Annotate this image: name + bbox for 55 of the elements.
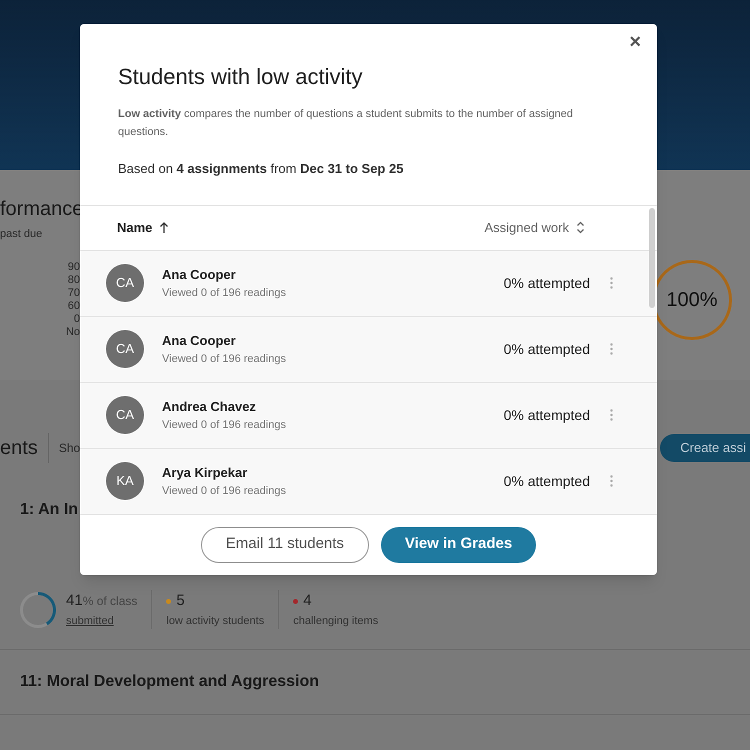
attempt-status: 0% attempted (504, 472, 590, 491)
assignment-title: 1: An In (20, 500, 80, 520)
student-detail: Viewed 0 of 196 readings (162, 484, 287, 498)
student-name: Arya Kirpekar (162, 464, 248, 482)
axis-label: 90 (68, 260, 80, 274)
student-detail: Viewed 0 of 196 readings (162, 286, 287, 300)
stat-value: 5 (176, 591, 185, 611)
filter-label: Sho (58, 440, 80, 457)
student-row[interactable]: CA Andrea Chavez Viewed 0 of 196 readings 0% attempted (80, 382, 657, 448)
attempt-status: 0% attempted (504, 406, 590, 425)
avatar-initials: CA (106, 330, 144, 368)
avatar-initials: KA (106, 462, 144, 500)
student-name: Ana Cooper (162, 266, 237, 284)
score-value: 100% (666, 289, 718, 311)
close-button[interactable]: × (629, 32, 641, 52)
column-header[interactable]: Assigned work (484, 218, 585, 238)
student-row[interactable]: CA Ana Cooper Viewed 0 of 196 readings 0% attempted (80, 316, 657, 382)
student-row[interactable]: CA Ana Cooper Viewed 0 of 196 readings 0% attempted (80, 250, 657, 316)
assignment-basis: Based on 4 assignments from Dec 31 to Sep 25 (118, 160, 404, 178)
sort-up-arrow-icon (159, 222, 170, 234)
more-options-icon[interactable] (610, 343, 613, 355)
axis-label: 70 (68, 286, 80, 300)
modal-description: Low activity compares the number of questions a student submits to the number of assigned questions. (118, 107, 574, 140)
card-subtitle: past due (0, 227, 44, 242)
modal-title: Students with low activity (118, 63, 364, 91)
submitted-percent: 41 (66, 591, 83, 611)
stat-value: 4 (303, 591, 312, 611)
submission-ring-icon (20, 592, 56, 628)
sort-updown-icon (576, 221, 585, 234)
student-name: Ana Cooper (162, 332, 237, 350)
avatar-initials: CA (106, 264, 144, 302)
student-name: Andrea Chavez (162, 398, 257, 416)
card-title: formance (0, 197, 84, 222)
more-options-icon[interactable] (610, 277, 613, 289)
email-students-button[interactable]: Email 11 students (200, 526, 369, 562)
stat-label: low activity students (166, 614, 264, 628)
avatar-initials: CA (106, 396, 144, 434)
attempt-status: 0% attempted (504, 274, 590, 293)
student-detail: Viewed 0 of 196 readings (162, 418, 287, 432)
axis-label: No (66, 326, 80, 338)
view-grades-button[interactable]: View in Grades (380, 526, 536, 562)
axis-label: 80 (68, 274, 80, 286)
more-options-icon[interactable] (610, 409, 613, 421)
stat-label: challenging items (293, 614, 378, 628)
create-assignment-button[interactable]: Create assi (660, 434, 750, 462)
more-options-icon[interactable] (610, 475, 613, 487)
axis-label: 60 (68, 300, 80, 312)
scrollbar-thumb[interactable] (649, 208, 655, 308)
student-detail: Viewed 0 of 196 readings (162, 352, 287, 366)
student-row[interactable]: KA Arya Kirpekar Viewed 0 of 196 readings 0% attempted (80, 448, 657, 514)
column-header[interactable]: Name (117, 218, 170, 238)
assignment-title: 11: Moral Development and Aggression (20, 672, 320, 692)
section-title: ents (0, 433, 49, 463)
axis-label: 0 (74, 312, 80, 326)
attempt-status: 0% attempted (504, 340, 590, 359)
